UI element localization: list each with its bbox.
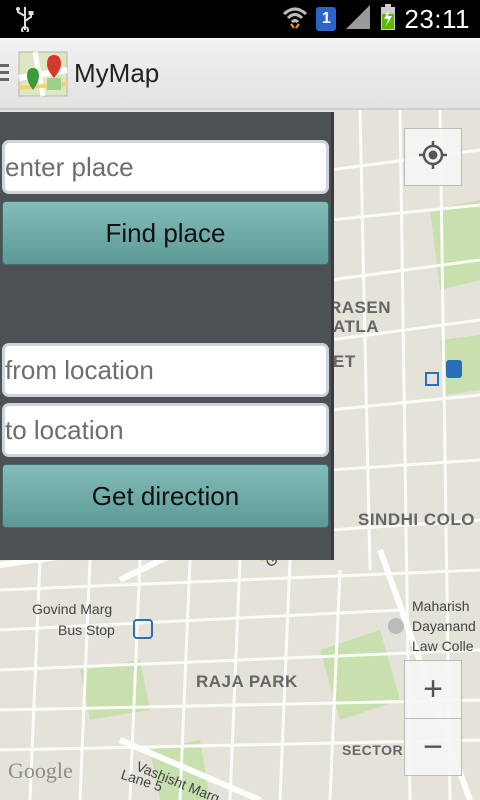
map-label: Dayanand: [412, 618, 476, 634]
battery-charging-icon: [380, 4, 396, 34]
search-panel: enter place Find place from location to …: [0, 112, 334, 560]
zoom-out-button[interactable]: −: [405, 718, 461, 775]
map-label: Law Colle: [412, 638, 474, 654]
map-label: RASEN: [329, 298, 392, 317]
to-location-placeholder: to location: [5, 414, 124, 445]
map-label: Maharish: [412, 598, 470, 614]
crosshair-icon: [418, 140, 448, 174]
sim-badge: 1: [316, 7, 337, 31]
place-search-placeholder: enter place: [5, 151, 134, 182]
map-label: RAJA PARK: [196, 672, 298, 691]
wifi-icon: [282, 5, 308, 33]
usb-icon: [14, 6, 36, 36]
find-place-button[interactable]: Find place: [2, 201, 329, 265]
zoom-in-button[interactable]: +: [405, 661, 461, 718]
status-bar: 1 23:11: [0, 0, 480, 38]
from-location-placeholder: from location: [5, 354, 154, 385]
map-label: ET: [333, 352, 356, 371]
signal-icon: [344, 5, 372, 33]
action-bar: MyMap: [0, 38, 480, 110]
place-search-input[interactable]: enter place: [2, 140, 329, 194]
map-app-icon[interactable]: [17, 48, 69, 100]
google-attribution: Google: [8, 758, 73, 783]
clock: 23:11: [404, 3, 470, 34]
drawer-icon[interactable]: [0, 64, 9, 85]
map-label: Govind Marg: [32, 601, 113, 617]
map-label: SINDHI COLO: [358, 510, 475, 529]
to-location-input[interactable]: to location: [2, 403, 329, 457]
map-label: Bus Stop: [58, 622, 115, 638]
map-label: ATLA: [333, 317, 380, 336]
from-location-input[interactable]: from location: [2, 343, 329, 397]
zoom-controls: + −: [404, 660, 462, 776]
my-location-button[interactable]: [404, 128, 462, 186]
map-label: SECTOR: [342, 742, 404, 758]
get-direction-button[interactable]: Get direction: [2, 464, 329, 528]
app-title: MyMap: [74, 58, 160, 88]
